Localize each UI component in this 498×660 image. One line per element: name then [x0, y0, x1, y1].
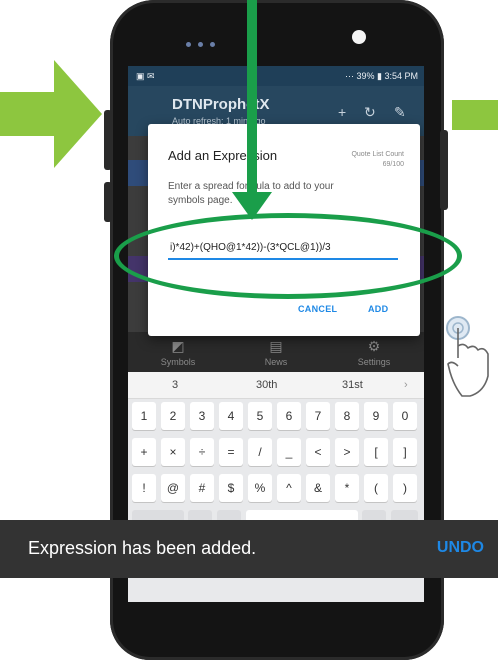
- key[interactable]: 0: [393, 402, 417, 430]
- nav-settings-label: Settings: [357, 357, 391, 367]
- key[interactable]: (: [364, 474, 388, 502]
- key[interactable]: %: [248, 474, 272, 502]
- bottom-nav: ◩ Symbols ▤ News ⚙ Settings: [128, 332, 424, 372]
- power-button: [440, 130, 448, 210]
- undo-button[interactable]: UNDO: [437, 539, 484, 557]
- nav-news-label: News: [264, 357, 288, 367]
- pointer-line-annotation: [247, 0, 257, 196]
- edit-icon[interactable]: ✎: [394, 104, 406, 121]
- key[interactable]: [: [364, 438, 388, 466]
- volume-up-button: [104, 110, 112, 170]
- snackbar: Expression has been added. UNDO: [0, 520, 498, 578]
- keyboard-row-numbers: 1 2 3 4 5 6 7 8 9 0: [130, 402, 422, 432]
- key[interactable]: =: [219, 438, 243, 466]
- quote-list-count: Quote List Count 69/100: [324, 150, 404, 170]
- front-camera: [352, 30, 366, 44]
- refresh-icon[interactable]: ↻: [364, 104, 376, 121]
- count-value: 69/100: [382, 161, 404, 168]
- tap-hand-icon: [446, 316, 489, 397]
- key[interactable]: +: [132, 438, 156, 466]
- volume-down-button: [104, 182, 112, 222]
- key[interactable]: @: [161, 474, 185, 502]
- right-arrow-annotation-icon: [452, 100, 498, 130]
- keyboard-row-punct: ! @ # $ % ^ & * ( ): [130, 474, 422, 504]
- suggestion-item[interactable]: 31st: [342, 379, 363, 391]
- nav-news[interactable]: ▤ News: [236, 338, 316, 367]
- dialog-title: Add an Expression: [168, 148, 278, 163]
- key[interactable]: _: [277, 438, 301, 466]
- key[interactable]: 4: [219, 402, 243, 430]
- key[interactable]: 5: [248, 402, 272, 430]
- nav-symbols[interactable]: ◩ Symbols: [138, 338, 218, 367]
- key[interactable]: 1: [132, 402, 156, 430]
- nav-symbols-label: Symbols: [160, 357, 196, 367]
- count-label: Quote List Count: [351, 151, 404, 158]
- key[interactable]: ]: [393, 438, 417, 466]
- keyboard-row-symbols: + × ÷ = / _ < > [ ]: [130, 438, 422, 468]
- key[interactable]: /: [248, 438, 272, 466]
- key[interactable]: !: [132, 474, 156, 502]
- key[interactable]: ×: [161, 438, 185, 466]
- earpiece-speaker: [186, 34, 226, 47]
- key[interactable]: &: [306, 474, 330, 502]
- key[interactable]: #: [190, 474, 214, 502]
- chevron-right-icon[interactable]: ›: [404, 379, 408, 391]
- status-left-icons: ▣ ✉: [136, 71, 155, 81]
- key[interactable]: ÷: [190, 438, 214, 466]
- key[interactable]: 7: [306, 402, 330, 430]
- key[interactable]: 2: [161, 402, 185, 430]
- chart-icon: ◩: [171, 338, 185, 354]
- key[interactable]: $: [219, 474, 243, 502]
- key[interactable]: 9: [364, 402, 388, 430]
- gear-icon: ⚙: [367, 338, 381, 354]
- key[interactable]: 8: [335, 402, 359, 430]
- key[interactable]: ^: [277, 474, 301, 502]
- snackbar-message: Expression has been added.: [28, 538, 257, 558]
- key[interactable]: *: [335, 474, 359, 502]
- suggestion-item[interactable]: 3: [172, 379, 178, 391]
- key[interactable]: 6: [277, 402, 301, 430]
- cancel-button[interactable]: CANCEL: [298, 304, 337, 314]
- suggestion-item[interactable]: 30th: [256, 379, 277, 391]
- highlight-ellipse-annotation: [114, 213, 462, 299]
- add-icon[interactable]: +: [338, 104, 346, 120]
- nav-settings[interactable]: ⚙ Settings: [334, 338, 414, 367]
- news-icon: ▤: [269, 338, 283, 354]
- status-right: ⋯ 39% ▮ 3:54 PM: [345, 71, 418, 81]
- suggestion-bar: 3 30th 31st ›: [128, 372, 424, 399]
- key[interactable]: <: [306, 438, 330, 466]
- add-button[interactable]: ADD: [368, 304, 388, 314]
- status-bar: ▣ ✉ ⋯ 39% ▮ 3:54 PM: [128, 66, 424, 86]
- right-arrow-annotation-icon: [0, 60, 102, 168]
- key[interactable]: 3: [190, 402, 214, 430]
- key[interactable]: ): [393, 474, 417, 502]
- key[interactable]: >: [335, 438, 359, 466]
